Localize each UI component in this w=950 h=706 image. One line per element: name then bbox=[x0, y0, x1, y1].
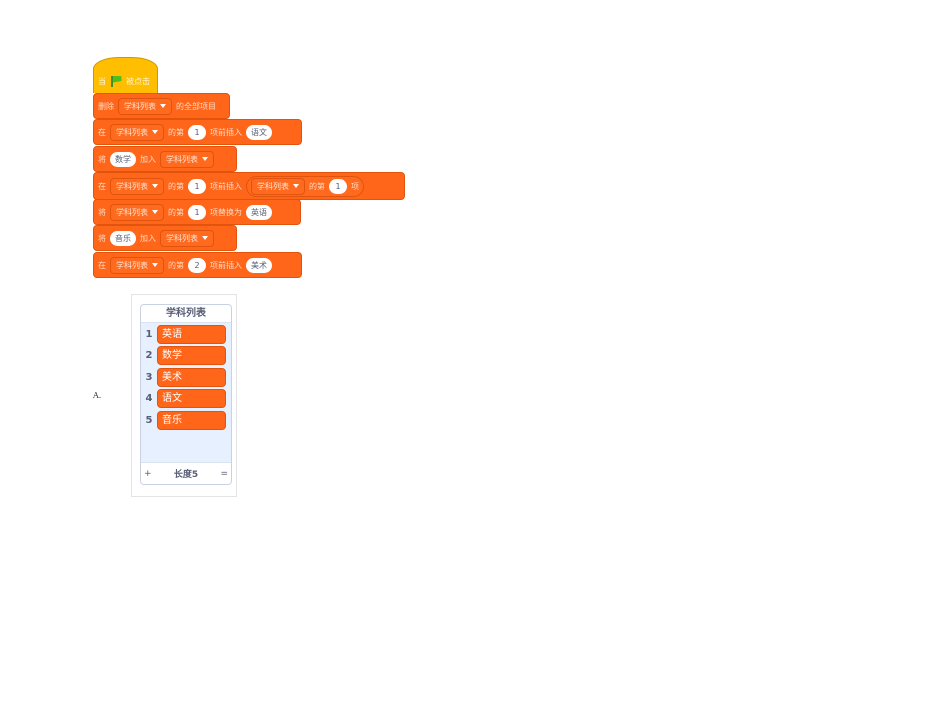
item-of-list-reporter[interactable]: 学科列表 的第 1 项 bbox=[246, 175, 364, 197]
list-item: 4 语文 bbox=[141, 389, 226, 409]
list-dropdown[interactable]: 学科列表 bbox=[160, 229, 214, 247]
list-item-index: 4 bbox=[145, 393, 153, 404]
dropdown-value: 学科列表 bbox=[116, 181, 148, 191]
block-text: 在 bbox=[98, 260, 106, 270]
caret-down-icon bbox=[152, 130, 158, 134]
list-dropdown[interactable]: 学科列表 bbox=[110, 123, 164, 141]
code-block[interactable]: 在学科列表 的第 1 项前插入 语文 bbox=[93, 119, 302, 145]
input-pill[interactable]: 英语 bbox=[246, 204, 272, 220]
block-text: 在 bbox=[98, 127, 106, 137]
dropdown-value: 学科列表 bbox=[116, 207, 148, 217]
input-pill[interactable]: 1 bbox=[188, 178, 206, 194]
code-block[interactable]: 在学科列表 的第 2 项前插入 美术 bbox=[93, 252, 302, 278]
list-dropdown[interactable]: 学科列表 bbox=[118, 97, 172, 115]
block-text: 将 bbox=[98, 233, 106, 243]
list-item-value[interactable]: 美术 bbox=[157, 367, 226, 387]
list-item: 5 音乐 bbox=[141, 410, 226, 430]
list-item: 1 英语 bbox=[141, 324, 226, 344]
green-flag-icon bbox=[110, 75, 122, 87]
code-block[interactable]: 在学科列表 的第 1 项前插入 学科列表 的第 1 项 bbox=[93, 172, 405, 200]
list-monitor-title: 学科列表 bbox=[141, 305, 231, 323]
block-text: 加入 bbox=[140, 233, 156, 243]
add-item-button[interactable]: + bbox=[144, 469, 152, 479]
code-block[interactable]: 将学科列表 的第 1 项替换为 英语 bbox=[93, 199, 301, 225]
dropdown-value: 学科列表 bbox=[257, 181, 289, 191]
list-item-value[interactable]: 语文 bbox=[157, 389, 226, 408]
list-dropdown[interactable]: 学科列表 bbox=[251, 177, 305, 195]
list-dropdown[interactable]: 学科列表 bbox=[160, 150, 214, 168]
block-text: 加入 bbox=[140, 154, 156, 164]
list-monitor-footer: + 长度5 = bbox=[141, 462, 231, 484]
code-block[interactable]: 将音乐 加入 学科列表 bbox=[93, 225, 237, 251]
caret-down-icon bbox=[160, 104, 166, 108]
hat-prefix: 当 bbox=[98, 76, 106, 86]
input-pill[interactable]: 1 bbox=[188, 204, 206, 220]
input-pill[interactable]: 数学 bbox=[110, 151, 136, 167]
list-item-value[interactable]: 数学 bbox=[157, 346, 226, 365]
caret-down-icon bbox=[152, 210, 158, 214]
block-text: 项前插入 bbox=[210, 127, 242, 137]
dropdown-value: 学科列表 bbox=[166, 233, 198, 243]
block-text: 的第 bbox=[309, 181, 325, 191]
input-pill[interactable]: 音乐 bbox=[110, 230, 136, 246]
caret-down-icon bbox=[152, 263, 158, 267]
caret-down-icon bbox=[202, 236, 208, 240]
hat-suffix: 被点击 bbox=[126, 76, 150, 86]
block-text: 的第 bbox=[168, 260, 184, 270]
list-item-value[interactable]: 音乐 bbox=[157, 410, 226, 430]
caret-down-icon bbox=[152, 184, 158, 188]
block-text: 的第 bbox=[168, 127, 184, 137]
option-label: A. bbox=[93, 391, 102, 400]
dropdown-value: 学科列表 bbox=[124, 101, 156, 111]
block-text: 将 bbox=[98, 207, 106, 217]
block-text: 项 bbox=[351, 181, 359, 191]
block-text: 将 bbox=[98, 154, 106, 164]
list-item-index: 1 bbox=[145, 328, 153, 340]
caret-down-icon bbox=[293, 184, 299, 188]
list-monitor[interactable]: 学科列表 1 英语 2 数学 3 美术 4 语文 5 音乐 + 长度5 = bbox=[140, 304, 232, 485]
code-block[interactable]: 将数学 加入 学科列表 bbox=[93, 146, 237, 172]
input-pill[interactable]: 美术 bbox=[246, 257, 272, 273]
input-pill[interactable]: 2 bbox=[188, 257, 206, 273]
block-text: 项替换为 bbox=[210, 207, 242, 217]
when-flag-clicked-block[interactable]: 当 被点击 bbox=[93, 57, 158, 93]
block-text: 在 bbox=[98, 181, 106, 191]
block-text: 项前插入 bbox=[210, 181, 242, 191]
block-text: 的全部项目 bbox=[176, 101, 216, 111]
input-pill[interactable]: 语文 bbox=[246, 124, 272, 140]
dropdown-value: 学科列表 bbox=[116, 260, 148, 270]
list-item-index: 3 bbox=[145, 371, 153, 383]
list-dropdown[interactable]: 学科列表 bbox=[110, 177, 164, 195]
list-item-index: 5 bbox=[145, 414, 153, 426]
list-item: 3 美术 bbox=[141, 367, 226, 387]
resize-handle[interactable]: = bbox=[220, 469, 228, 479]
list-item-value[interactable]: 英语 bbox=[157, 324, 226, 344]
dropdown-value: 学科列表 bbox=[116, 127, 148, 137]
code-block[interactable]: 删除 学科列表 的全部项目 bbox=[93, 93, 230, 119]
caret-down-icon bbox=[202, 157, 208, 161]
block-text: 的第 bbox=[168, 207, 184, 217]
input-pill[interactable]: 1 bbox=[188, 124, 206, 140]
dropdown-value: 学科列表 bbox=[166, 154, 198, 164]
list-dropdown[interactable]: 学科列表 bbox=[110, 256, 164, 274]
block-text: 项前插入 bbox=[210, 260, 242, 270]
input-pill[interactable]: 1 bbox=[329, 178, 347, 194]
list-item: 2 数学 bbox=[141, 346, 226, 366]
block-text: 删除 bbox=[98, 101, 114, 111]
list-item-index: 2 bbox=[145, 350, 153, 361]
list-dropdown[interactable]: 学科列表 bbox=[110, 203, 164, 221]
list-length-label: 长度5 bbox=[173, 470, 199, 480]
block-text: 的第 bbox=[168, 181, 184, 191]
